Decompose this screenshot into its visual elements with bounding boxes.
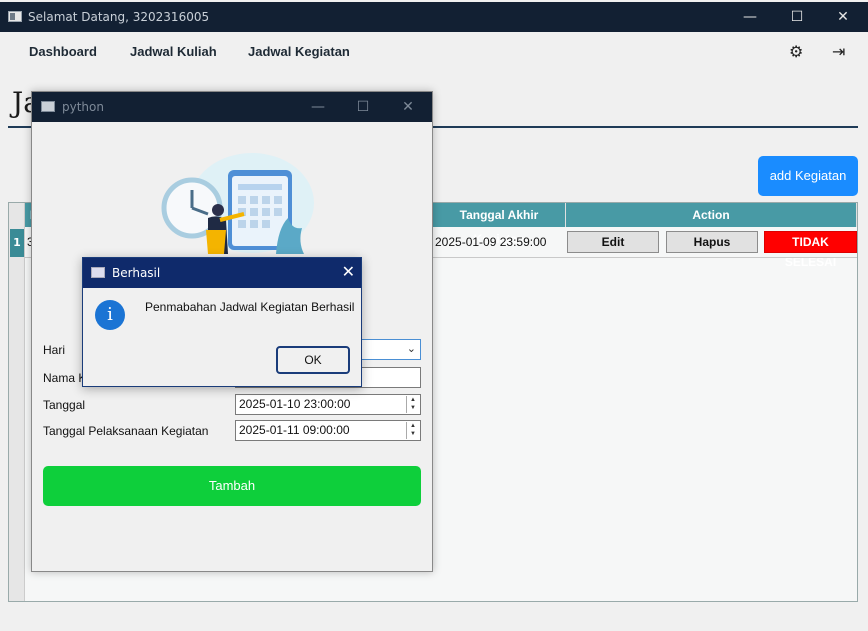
navbar: Dashboard Jadwal Kuliah Jadwal Kegiatan … — [0, 32, 868, 72]
edit-button[interactable]: Edit — [567, 231, 659, 253]
ok-button[interactable]: OK — [276, 346, 350, 374]
tambah-button[interactable]: Tambah — [43, 466, 421, 506]
maximize-button[interactable]: ☐ — [774, 2, 820, 32]
add-kegiatan-button[interactable]: add Kegiatan — [758, 156, 858, 196]
python-titlebar: python — ☐ ✕ — [32, 92, 432, 122]
main-titlebar: Selamat Datang, 3202316005 — ☐ ✕ — [0, 2, 868, 32]
table-row-header-gutter — [9, 203, 25, 601]
status-tidak-selesai-button[interactable]: TIDAK SELESAI — [764, 231, 857, 269]
pelaksanaan-label: Tanggal Pelaksanaan Kegiatan — [43, 424, 209, 438]
berhasil-message-box: Berhasil ✕ i Penmabahan Jadwal Kegiatan … — [82, 257, 362, 387]
pelaksanaan-datetime-input[interactable]: 2025-01-11 09:00:00 ▲ ▼ — [235, 420, 421, 441]
spinner-icon[interactable]: ▲ ▼ — [406, 396, 419, 413]
tanggal-value: 2025-01-10 23:00:00 — [239, 397, 351, 411]
nama-kegiatan-label: Nama K — [43, 371, 87, 385]
logout-icon[interactable]: ⇥ — [832, 42, 845, 61]
nav-jadwal-kuliah[interactable]: Jadwal Kuliah — [130, 44, 217, 59]
gear-icon[interactable]: ⚙ — [789, 42, 803, 61]
window-title: Selamat Datang, 3202316005 — [28, 10, 210, 24]
tanggal-label: Tanggal — [43, 398, 86, 412]
message-titlebar: Berhasil ✕ — [83, 258, 361, 288]
minimize-button[interactable]: — — [727, 2, 773, 32]
python-maximize-button[interactable]: ☐ — [341, 92, 385, 122]
close-button[interactable]: ✕ — [820, 2, 866, 32]
tanggal-datetime-input[interactable]: 2025-01-10 23:00:00 ▲ ▼ — [235, 394, 421, 415]
hapus-button[interactable]: Hapus — [666, 231, 758, 253]
message-text: Penmabahan Jadwal Kegiatan Berhasil — [145, 300, 355, 314]
hari-label: Hari — [43, 343, 66, 357]
chevron-down-icon[interactable]: ⌄ — [407, 340, 416, 359]
message-title: Berhasil — [112, 266, 161, 280]
info-icon: i — [95, 300, 125, 330]
app-icon — [41, 101, 55, 112]
python-dialog-title: python — [62, 100, 104, 114]
table-header-action[interactable]: Action — [566, 203, 857, 227]
cell-tanggal-akhir: 2025-01-09 23:59:00 — [435, 235, 547, 249]
schedule-illustration — [161, 153, 314, 254]
python-minimize-button[interactable]: — — [296, 92, 340, 122]
nav-jadwal-kegiatan[interactable]: Jadwal Kegiatan — [248, 44, 350, 59]
nav-dashboard[interactable]: Dashboard — [29, 44, 97, 59]
table-header-tanggal-akhir[interactable]: Tanggal Akhir Kegiatan — [433, 203, 566, 246]
spinner-icon[interactable]: ▲ ▼ — [406, 422, 419, 439]
python-close-button[interactable]: ✕ — [386, 92, 430, 122]
pelaksanaan-value: 2025-01-11 09:00:00 — [239, 423, 350, 437]
close-icon[interactable]: ✕ — [342, 262, 355, 281]
row-number[interactable]: 1 — [10, 229, 24, 257]
app-icon — [8, 11, 22, 22]
app-icon — [91, 267, 105, 278]
